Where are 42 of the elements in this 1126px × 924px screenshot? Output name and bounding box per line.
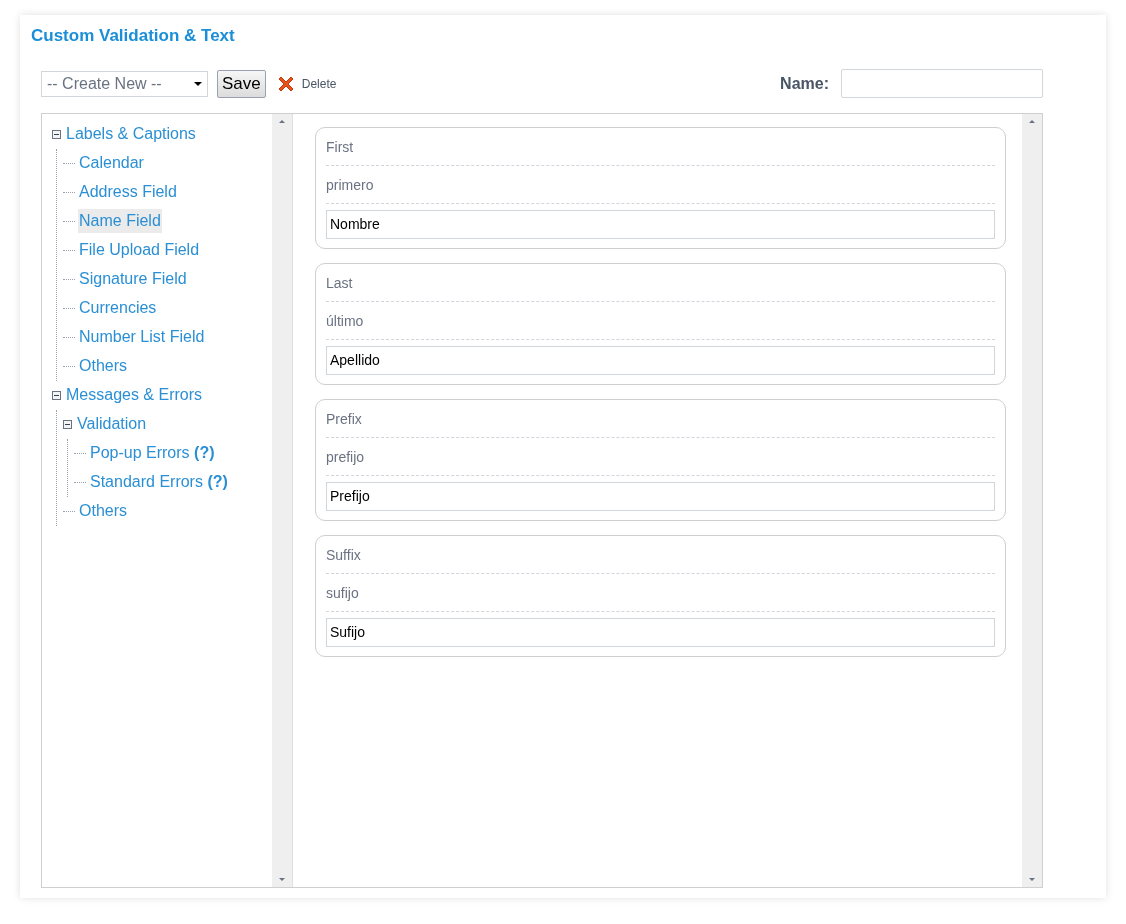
entry-key: Last bbox=[326, 272, 995, 293]
tree-item[interactable]: Name Field bbox=[78, 209, 162, 233]
create-select[interactable]: -- Create New -- bbox=[41, 70, 208, 97]
entry-default: primero bbox=[326, 175, 375, 195]
scrollbar[interactable] bbox=[272, 113, 292, 887]
collapse-icon[interactable] bbox=[52, 129, 61, 139]
tree-item[interactable]: Standard Errors (?) bbox=[89, 470, 229, 494]
tree-item[interactable]: Labels & Captions bbox=[65, 122, 197, 146]
tree-item[interactable]: File Upload Field bbox=[78, 238, 201, 262]
tree-item[interactable]: Signature Field bbox=[78, 267, 188, 291]
translation-field[interactable]: Sufijo bbox=[326, 617, 995, 647]
entry-default: prefijo bbox=[326, 447, 366, 467]
scroll-down-icon[interactable] bbox=[279, 878, 285, 881]
entry-key: Suffix bbox=[326, 544, 995, 565]
tree-item[interactable]: Messages & Errors bbox=[65, 383, 204, 407]
translation-field[interactable]: Apellido bbox=[326, 345, 995, 375]
translation-field[interactable]: Prefijo bbox=[326, 481, 995, 511]
tree-item[interactable]: Calendar bbox=[78, 151, 145, 175]
scroll-up-icon[interactable] bbox=[279, 119, 285, 123]
save-button[interactable]: Save bbox=[217, 69, 266, 98]
page-title: Custom Validation & Text bbox=[31, 25, 235, 47]
delete-button[interactable]: Delete bbox=[275, 73, 337, 94]
scrollbar[interactable] bbox=[1022, 113, 1042, 887]
entry-key: First bbox=[326, 136, 995, 157]
entry-default: sufijo bbox=[326, 583, 360, 603]
entry-key: Prefix bbox=[326, 408, 995, 429]
scroll-up-icon[interactable] bbox=[1029, 119, 1035, 123]
dropdown-caret-icon bbox=[194, 81, 202, 86]
scroll-down-icon[interactable] bbox=[1029, 878, 1035, 881]
tree-item[interactable]: Pop-up Errors (?) bbox=[89, 441, 216, 465]
collapse-icon[interactable] bbox=[52, 390, 61, 400]
tree-item[interactable]: Validation bbox=[76, 412, 148, 436]
tree-item[interactable]: Others bbox=[78, 499, 128, 523]
tree-item[interactable]: Others bbox=[78, 354, 128, 378]
tree-item[interactable]: Address Field bbox=[78, 180, 178, 204]
collapse-icon[interactable] bbox=[63, 419, 72, 429]
entry-default: último bbox=[326, 311, 365, 331]
tree-item[interactable]: Number List Field bbox=[78, 325, 206, 349]
translation-field[interactable]: Nombre bbox=[326, 209, 995, 239]
name-field[interactable] bbox=[841, 69, 1043, 98]
tree-item[interactable]: Currencies bbox=[78, 296, 158, 320]
name-label: Name: bbox=[780, 73, 829, 94]
